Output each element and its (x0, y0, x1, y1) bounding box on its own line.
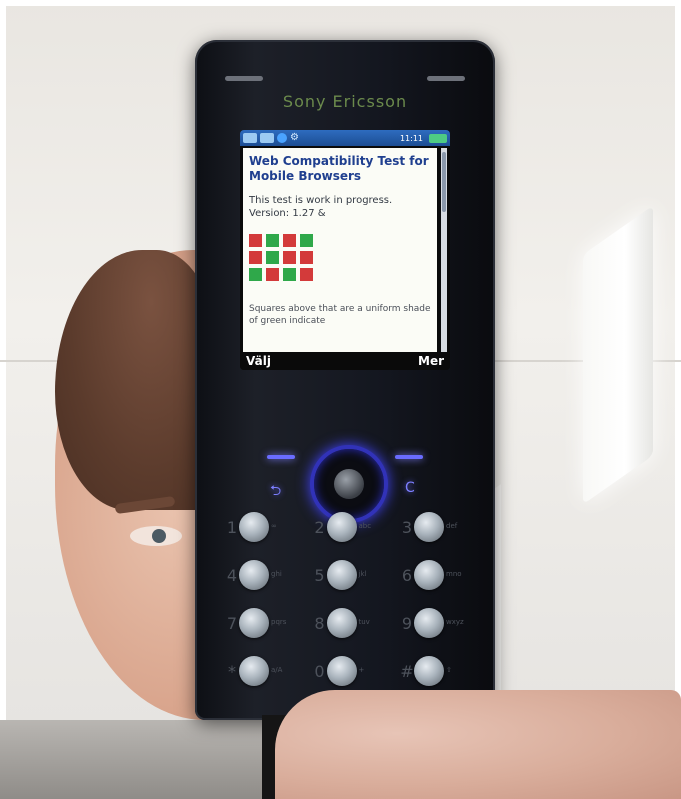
key-letters: a/A (271, 666, 283, 674)
status-time: 11:11 (399, 133, 423, 143)
key-number: 4 (226, 566, 238, 585)
keypad-key[interactable]: 1 ∞ (225, 510, 295, 544)
keypad-key[interactable]: 9 wxyz (400, 606, 470, 640)
key-number: # (400, 662, 414, 681)
softkey-left-select[interactable]: Välj (246, 354, 271, 368)
key-number: 8 (314, 614, 325, 633)
test-square (266, 234, 279, 247)
key-button[interactable] (239, 560, 269, 590)
clear-icon[interactable]: C (405, 480, 415, 496)
page-footer-text: Squares above that are a uniform shade o… (249, 304, 431, 326)
key-letters: ghi (271, 570, 282, 578)
keypad-key[interactable]: * a/A (225, 654, 295, 688)
status-bar: ⚙ 11:11 (240, 130, 450, 146)
keypad-key[interactable]: # ⇧ (400, 654, 470, 688)
key-letters: jkl (358, 570, 367, 578)
page-scrollbar[interactable] (441, 148, 447, 360)
test-square (300, 234, 313, 247)
key-button[interactable] (239, 656, 269, 686)
person-eye (130, 526, 182, 546)
test-square (283, 251, 296, 264)
test-square (249, 268, 262, 281)
keypad-key[interactable]: 4 ghi (225, 558, 295, 592)
keypad-key[interactable]: 7 pqrs (225, 606, 295, 640)
keypad-key[interactable]: 2 abc (313, 510, 383, 544)
keypad-key[interactable]: 3 def (400, 510, 470, 544)
browser-page[interactable]: Web Compatibility Test for Mobile Browse… (243, 148, 437, 360)
test-square (266, 251, 279, 264)
key-button[interactable] (239, 512, 269, 542)
keypad-row: 4 ghi 5 jkl 6 mno (225, 558, 470, 592)
keypad-key[interactable]: 5 jkl (313, 558, 383, 592)
brand-logo: Sony Ericsson (282, 92, 408, 111)
keypad-key[interactable]: 0 + (313, 654, 383, 688)
test-square (300, 268, 313, 281)
test-square (249, 251, 262, 264)
globe-icon (277, 133, 287, 143)
speaker-grille-left (225, 76, 263, 81)
numeric-keypad: 1 ∞ 2 abc 3 def 4 ghi 5 jkl 6 mno 7 pqrs 8 tuv 9 wxyz * a/A… (225, 510, 470, 702)
key-button[interactable] (326, 560, 357, 590)
key-letters: mno (446, 570, 462, 578)
key-letters: wxyz (446, 618, 464, 626)
key-number: 1 (226, 518, 238, 537)
key-button[interactable] (414, 512, 444, 542)
test-square (283, 268, 296, 281)
gear-icon: ⚙ (290, 132, 299, 143)
keypad-row: * a/A 0 + # ⇧ (225, 654, 470, 688)
key-button[interactable] (414, 560, 444, 590)
back-icon[interactable]: ⮌ (270, 480, 281, 504)
softkey-right-more[interactable]: Mer (418, 354, 444, 368)
key-number: 9 (401, 614, 413, 633)
key-button[interactable] (326, 608, 357, 638)
key-letters: pqrs (271, 618, 287, 626)
keypad-key[interactable]: 6 mno (400, 558, 470, 592)
key-number: * (228, 662, 236, 681)
keypad-row: 7 pqrs 8 tuv 9 wxyz (225, 606, 470, 640)
speaker-grille-right (427, 76, 465, 81)
navigation-center-button[interactable] (334, 469, 364, 499)
key-number: 2 (314, 518, 325, 537)
battery-icon (429, 133, 447, 143)
holding-thumb (275, 690, 681, 799)
key-button[interactable] (326, 656, 357, 686)
keypad-key[interactable]: 8 tuv (313, 606, 383, 640)
key-number: 0 (314, 662, 325, 681)
page-intro-text: This test is work in progress. Version: … (249, 195, 393, 219)
keypad-row: 1 ∞ 2 abc 3 def (225, 510, 470, 544)
key-letters: ⇧ (446, 666, 452, 674)
key-letters: tuv (358, 618, 370, 626)
test-square (249, 234, 262, 247)
softkey-bar: Välj Mer (240, 352, 450, 370)
key-number: 5 (314, 566, 325, 585)
key-button[interactable] (326, 512, 357, 542)
key-letters: + (358, 666, 365, 674)
key-button[interactable] (414, 656, 444, 686)
window-icon (243, 133, 257, 143)
key-number: 6 (401, 566, 413, 585)
key-letters: ∞ (271, 522, 277, 530)
key-button[interactable] (239, 608, 269, 638)
key-letters: abc (358, 522, 372, 530)
window-icon (260, 133, 274, 143)
test-square-grid (249, 234, 431, 281)
page-title: Web Compatibility Test for Mobile Browse… (249, 154, 429, 183)
key-button[interactable] (414, 608, 444, 638)
left-softkey-button[interactable] (267, 455, 295, 459)
key-letters: def (446, 522, 458, 530)
key-number: 7 (226, 614, 238, 633)
test-square (283, 234, 296, 247)
test-square (300, 251, 313, 264)
phone-screen: ⚙ 11:11 Web Compatibility Test for Mobil… (240, 130, 450, 370)
right-softkey-button[interactable] (395, 455, 423, 459)
mobile-phone: Sony Ericsson ⚙ 11:11 Web Compatibility … (195, 40, 495, 720)
key-number: 3 (401, 518, 413, 537)
test-square (266, 268, 279, 281)
